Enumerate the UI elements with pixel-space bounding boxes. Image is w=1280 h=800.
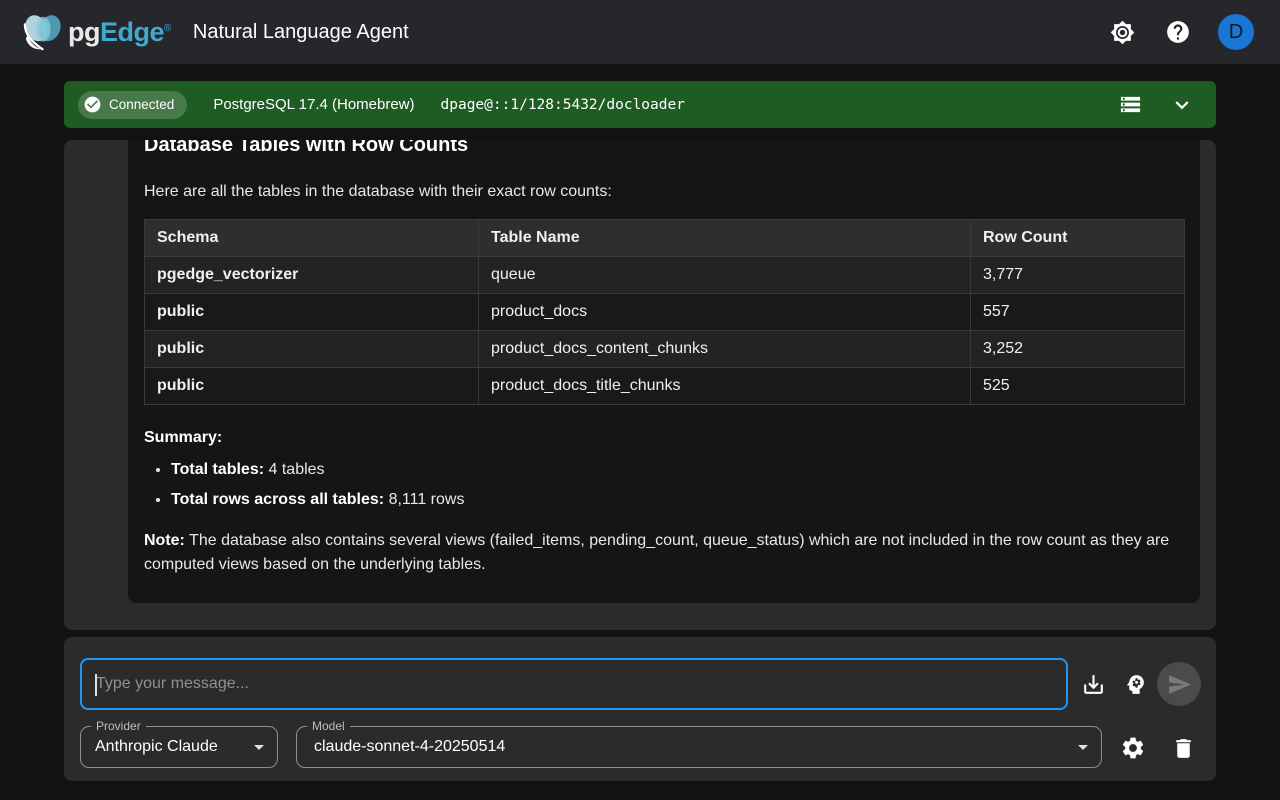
gear-icon: [1120, 735, 1146, 761]
clear-chat-button[interactable]: [1166, 731, 1200, 765]
connection-bar: Connected PostgreSQL 17.4 (Homebrew) dpa…: [64, 81, 1216, 128]
check-circle-icon: [83, 95, 102, 114]
table-row: public product_docs_title_chunks 525: [145, 368, 1185, 405]
connections-list-button[interactable]: [1114, 89, 1146, 121]
export-chat-button[interactable]: [1076, 667, 1110, 701]
col-header-table-name: Table Name: [479, 220, 971, 257]
cell-schema: public: [145, 368, 479, 405]
pgedge-heart-icon: [20, 12, 66, 52]
collapse-connection-button[interactable]: [1166, 89, 1198, 121]
message-intro: Here are all the tables in the database …: [144, 183, 1184, 201]
table-row: public product_docs_content_chunks 3,252: [145, 331, 1185, 368]
composer-panel: Provider Anthropic Claude Model claude-s…: [64, 637, 1216, 781]
summary-list: Total tables: 4 tables Total rows across…: [144, 461, 1184, 509]
send-icon: [1167, 672, 1192, 697]
assistant-message: Database Tables with Row Counts Here are…: [128, 140, 1200, 603]
summary-heading: Summary:: [144, 429, 1184, 447]
page-title: Natural Language Agent: [193, 21, 409, 44]
connection-string: dpage@::1/128:5432/docloader: [441, 97, 685, 113]
text-caret: [95, 674, 97, 696]
help-button[interactable]: [1162, 16, 1194, 48]
cell-table-name: product_docs_title_chunks: [479, 368, 971, 405]
cell-row-count: 3,252: [971, 331, 1185, 368]
provider-value: Anthropic Claude: [95, 727, 218, 767]
brightness-icon: [1110, 20, 1135, 45]
settings-button[interactable]: [1116, 731, 1150, 765]
connection-status-label: Connected: [109, 97, 174, 112]
list-item: Total rows across all tables: 8,111 rows: [171, 491, 1184, 509]
help-icon: [1165, 19, 1191, 45]
trash-icon: [1171, 736, 1196, 761]
cell-schema: public: [145, 331, 479, 368]
chevron-down-icon: [1078, 745, 1088, 750]
cell-row-count: 525: [971, 368, 1185, 405]
chat-scroll-area[interactable]: Database Tables with Row Counts Here are…: [64, 140, 1216, 630]
cell-row-count: 557: [971, 294, 1185, 331]
download-icon: [1081, 672, 1106, 697]
chevron-down-icon: [1169, 92, 1195, 118]
storage-icon: [1119, 93, 1142, 116]
cell-table-name: queue: [479, 257, 971, 294]
col-header-row-count: Row Count: [971, 220, 1185, 257]
table-header-row: Schema Table Name Row Count: [145, 220, 1185, 257]
reasoning-button[interactable]: [1118, 667, 1152, 701]
row-counts-table: Schema Table Name Row Count pgedge_vecto…: [144, 219, 1185, 405]
connection-status-badge: Connected: [78, 91, 187, 119]
cell-table-name: product_docs_content_chunks: [479, 331, 971, 368]
pgedge-logo: pgEdge®: [20, 12, 171, 52]
psychology-icon: [1123, 672, 1148, 697]
col-header-schema: Schema: [145, 220, 479, 257]
cell-schema: public: [145, 294, 479, 331]
list-item: Total tables: 4 tables: [171, 461, 1184, 479]
message-input-wrap: [80, 658, 1068, 710]
brand-name: pgEdge®: [68, 17, 171, 48]
message-input[interactable]: [82, 660, 1066, 708]
cell-table-name: product_docs: [479, 294, 971, 331]
app-header: pgEdge® Natural Language Agent D: [0, 0, 1280, 64]
message-note: Note: The database also contains several…: [144, 529, 1184, 577]
server-version-label: PostgreSQL 17.4 (Homebrew): [213, 96, 414, 113]
user-avatar[interactable]: D: [1218, 14, 1254, 50]
theme-toggle-button[interactable]: [1106, 16, 1138, 48]
cell-schema: pgedge_vectorizer: [145, 257, 479, 294]
table-row: public product_docs 557: [145, 294, 1185, 331]
send-button[interactable]: [1157, 662, 1201, 706]
model-value: claude-sonnet-4-20250514: [314, 727, 505, 767]
table-row: pgedge_vectorizer queue 3,777: [145, 257, 1185, 294]
message-heading: Database Tables with Row Counts: [144, 140, 1184, 158]
model-select[interactable]: Model claude-sonnet-4-20250514: [296, 726, 1102, 768]
chevron-down-icon: [254, 745, 264, 750]
provider-select[interactable]: Provider Anthropic Claude: [80, 726, 278, 768]
cell-row-count: 3,777: [971, 257, 1185, 294]
